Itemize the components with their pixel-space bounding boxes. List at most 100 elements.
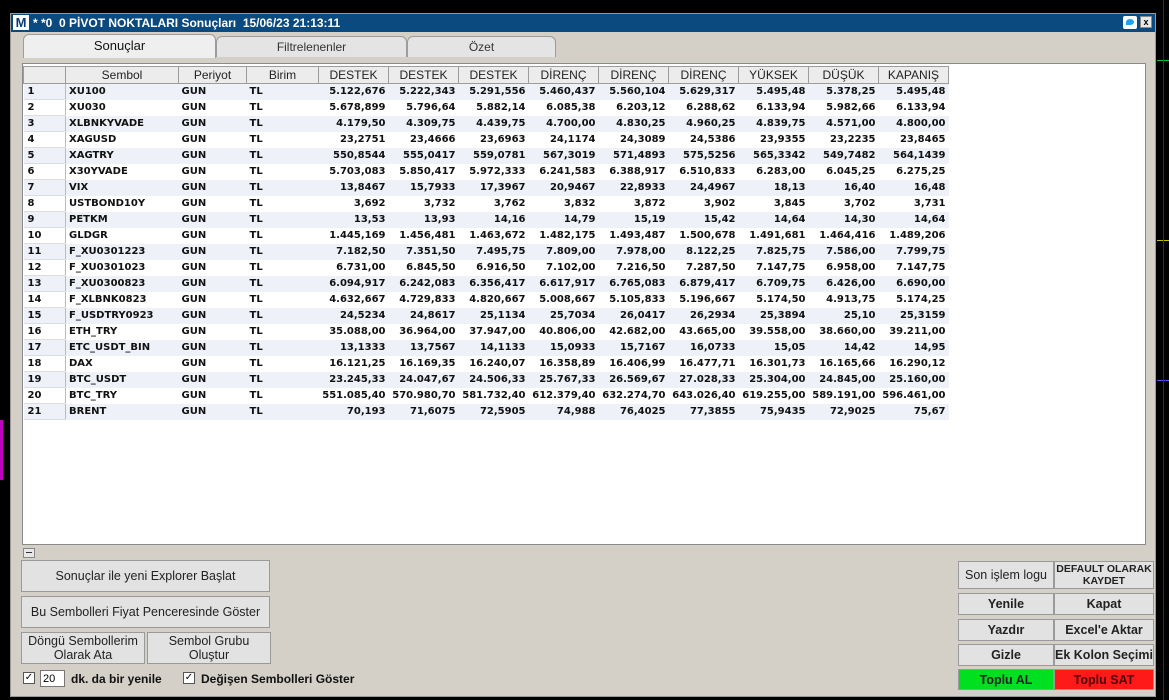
table-cell: 16.301,73 xyxy=(738,355,809,372)
table-row[interactable]: 18 DAX GUN TL 16.121,25 16.169,35 16.240,07 16.… xyxy=(23,355,949,372)
column-header[interactable]: DİRENÇ xyxy=(668,66,739,84)
column-header[interactable]: DESTEK xyxy=(458,66,529,84)
tab-filtrelenenler[interactable]: Filtrelenenler xyxy=(216,36,407,57)
bulk-sell-button[interactable]: Toplu SAT xyxy=(1054,669,1154,690)
table-cell: 5.882,14 xyxy=(458,99,529,116)
table-cell: 3,832 xyxy=(528,195,599,212)
column-header[interactable]: Sembol xyxy=(65,66,179,84)
table-cell: 5.495,48 xyxy=(878,83,949,100)
bulk-buy-button[interactable]: Toplu AL xyxy=(958,669,1054,690)
column-header[interactable]: DİRENÇ xyxy=(528,66,599,84)
table-cell: GUN xyxy=(178,307,247,324)
table-cell: 23.245,33 xyxy=(318,371,389,388)
table-cell: 22,8933 xyxy=(598,179,669,196)
table-cell: 24,5386 xyxy=(668,131,739,148)
refresh-button[interactable]: Yenile xyxy=(958,593,1054,615)
table-row[interactable]: 14 F_XLBNK0823 GUN TL 4.632,667 4.729,833 4.82… xyxy=(23,291,949,308)
table-cell: F_XU0301023 xyxy=(65,259,179,276)
table-cell: TL xyxy=(246,131,319,148)
save-default-button[interactable]: DEFAULT OLARAK KAYDET xyxy=(1054,561,1154,589)
table-cell: F_USDTRY0923 xyxy=(65,307,179,324)
table-row[interactable]: 7 VIX GUN TL 13,8467 15,7933 17,3967 20,9467 22,… xyxy=(23,179,949,196)
results-grid[interactable]: Sembol Periyot Birim DESTEK DESTEK DESTEK DİRE… xyxy=(22,63,1146,545)
table-cell: F_XU0300823 xyxy=(65,275,179,292)
column-header[interactable]: Birim xyxy=(246,66,319,84)
table-row[interactable]: 16 ETH_TRY GUN TL 35.088,00 36.964,00 37.947,0… xyxy=(23,323,949,340)
table-row[interactable]: 6 X30YVADE GUN TL 5.703,083 5.850,417 5.972,33… xyxy=(23,163,949,180)
refresh-interval-input[interactable]: 20 xyxy=(40,670,65,687)
table-row[interactable]: 8 USTBOND10Y GUN TL 3,692 3,732 3,762 3,832 3,87… xyxy=(23,195,949,212)
table-row[interactable]: 5 XAGTRY GUN TL 550,8544 555,0417 559,0781 567,… xyxy=(23,147,949,164)
auto-refresh-checkbox[interactable]: ✓ xyxy=(23,672,35,684)
close-icon[interactable]: x xyxy=(1140,16,1152,28)
title-bar[interactable]: M * *0 0 PİVOT NOKTALARI Sonuçları 15/06… xyxy=(11,14,1155,32)
new-explorer-button[interactable]: Sonuçlar ile yeni Explorer Başlat xyxy=(21,560,270,592)
table-cell: 4.632,667 xyxy=(318,291,389,308)
tab-ozet[interactable]: Özet xyxy=(407,36,556,57)
table-row[interactable]: 21 BRENT GUN TL 70,193 71,6075 72,5905 74,988 76… xyxy=(23,403,949,420)
table-row[interactable]: 4 XAGUSD GUN TL 23,2751 23,4666 23,6963 24,1174… xyxy=(23,131,949,148)
table-cell: 7.799,75 xyxy=(878,243,949,260)
assign-loop-symbols-button[interactable]: Döngü Sembollerim Olarak Ata xyxy=(21,632,145,664)
table-cell: 26,2934 xyxy=(668,307,739,324)
table-cell: GUN xyxy=(178,163,247,180)
table-row[interactable]: 10 GLDGR GUN TL 1.445,169 1.456,481 1.463,672 1… xyxy=(23,227,949,244)
row-number-cell: 20 xyxy=(23,387,66,404)
table-row[interactable]: 13 F_XU0300823 GUN TL 6.094,917 6.242,083 6.35… xyxy=(23,275,949,292)
column-header[interactable]: YÜKSEK xyxy=(738,66,809,84)
table-cell: 24,3089 xyxy=(598,131,669,148)
close-button[interactable]: Kapat xyxy=(1054,593,1154,615)
show-changed-symbols-checkbox[interactable]: ✓ xyxy=(183,672,195,684)
table-cell: 3,845 xyxy=(738,195,809,212)
table-cell: TL xyxy=(246,307,319,324)
table-cell: TL xyxy=(246,195,319,212)
collapse-toggle[interactable] xyxy=(23,548,35,558)
table-row[interactable]: 19 BTC_USDT GUN TL 23.245,33 24.047,67 24.506,… xyxy=(23,371,949,388)
table-cell: 5.008,667 xyxy=(528,291,599,308)
row-number-cell: 3 xyxy=(23,115,66,132)
table-row[interactable]: 11 F_XU0301223 GUN TL 7.182,50 7.351,50 7.495,… xyxy=(23,243,949,260)
results-window: M * *0 0 PİVOT NOKTALARI Sonuçları 15/06… xyxy=(10,13,1156,697)
column-header[interactable]: DÜŞÜK xyxy=(808,66,879,84)
export-excel-button[interactable]: Excel'e Aktar xyxy=(1054,619,1154,641)
column-header[interactable]: DESTEK xyxy=(388,66,459,84)
column-header[interactable] xyxy=(23,66,66,84)
column-header[interactable]: KAPANIŞ xyxy=(878,66,949,84)
column-header[interactable]: DESTEK xyxy=(318,66,389,84)
table-cell: 24,5234 xyxy=(318,307,389,324)
print-button[interactable]: Yazdır xyxy=(958,619,1054,641)
table-row[interactable]: 2 XU030 GUN TL 5.678,899 5.796,64 5.882,14 6.08… xyxy=(23,99,949,116)
table-row[interactable]: 15 F_USDTRY0923 GUN TL 24,5234 24,8617 25,1134… xyxy=(23,307,949,324)
table-row[interactable]: 17 ETC_USDT_BIN GUN TL 13,1333 13,7567 14,1133… xyxy=(23,339,949,356)
column-header[interactable]: Periyot xyxy=(178,66,247,84)
table-row[interactable]: 20 BTC_TRY GUN TL 551.085,40 570.980,70 581.73… xyxy=(23,387,949,404)
table-cell: 24.047,67 xyxy=(388,371,459,388)
create-symbol-group-button[interactable]: Sembol Grubu Oluştur xyxy=(147,632,271,664)
table-cell: GLDGR xyxy=(65,227,179,244)
table-cell: 15,7167 xyxy=(598,339,669,356)
table-cell: GUN xyxy=(178,147,247,164)
table-cell: 4.729,833 xyxy=(388,291,459,308)
twitter-icon[interactable] xyxy=(1123,16,1137,29)
table-cell: 619.255,00 xyxy=(738,387,809,404)
table-cell: 571,4893 xyxy=(598,147,669,164)
table-row[interactable]: 3 XLBNKYVADE GUN TL 4.179,50 4.309,75 4.439,75… xyxy=(23,115,949,132)
table-row[interactable]: 12 F_XU0301023 GUN TL 6.731,00 6.845,50 6.916,… xyxy=(23,259,949,276)
table-cell: GUN xyxy=(178,83,247,100)
column-header[interactable]: DİRENÇ xyxy=(598,66,669,84)
table-cell: 23,9355 xyxy=(738,131,809,148)
show-in-price-window-button[interactable]: Bu Sembolleri Fiyat Penceresinde Göster xyxy=(21,596,270,628)
table-cell: 43.665,00 xyxy=(668,323,739,340)
table-cell: 24.845,00 xyxy=(808,371,879,388)
table-row[interactable]: 9 PETKM GUN TL 13,53 13,93 14,16 14,79 15,19 15,4… xyxy=(23,211,949,228)
table-cell: 16,48 xyxy=(878,179,949,196)
hide-button[interactable]: Gizle xyxy=(958,644,1054,666)
table-row[interactable]: 1 XU100 GUN TL 5.122,676 5.222,343 5.291,556 5.… xyxy=(23,83,949,100)
table-cell: 5.174,50 xyxy=(738,291,809,308)
table-cell: 6.879,417 xyxy=(668,275,739,292)
table-cell: 14,64 xyxy=(738,211,809,228)
extra-column-button[interactable]: Ek Kolon Seçimi xyxy=(1054,644,1154,666)
tab-sonuclar[interactable]: Sonuçlar xyxy=(23,34,216,58)
last-trade-log-button[interactable]: Son işlem logu xyxy=(958,561,1054,589)
table-cell: 7.147,75 xyxy=(878,259,949,276)
